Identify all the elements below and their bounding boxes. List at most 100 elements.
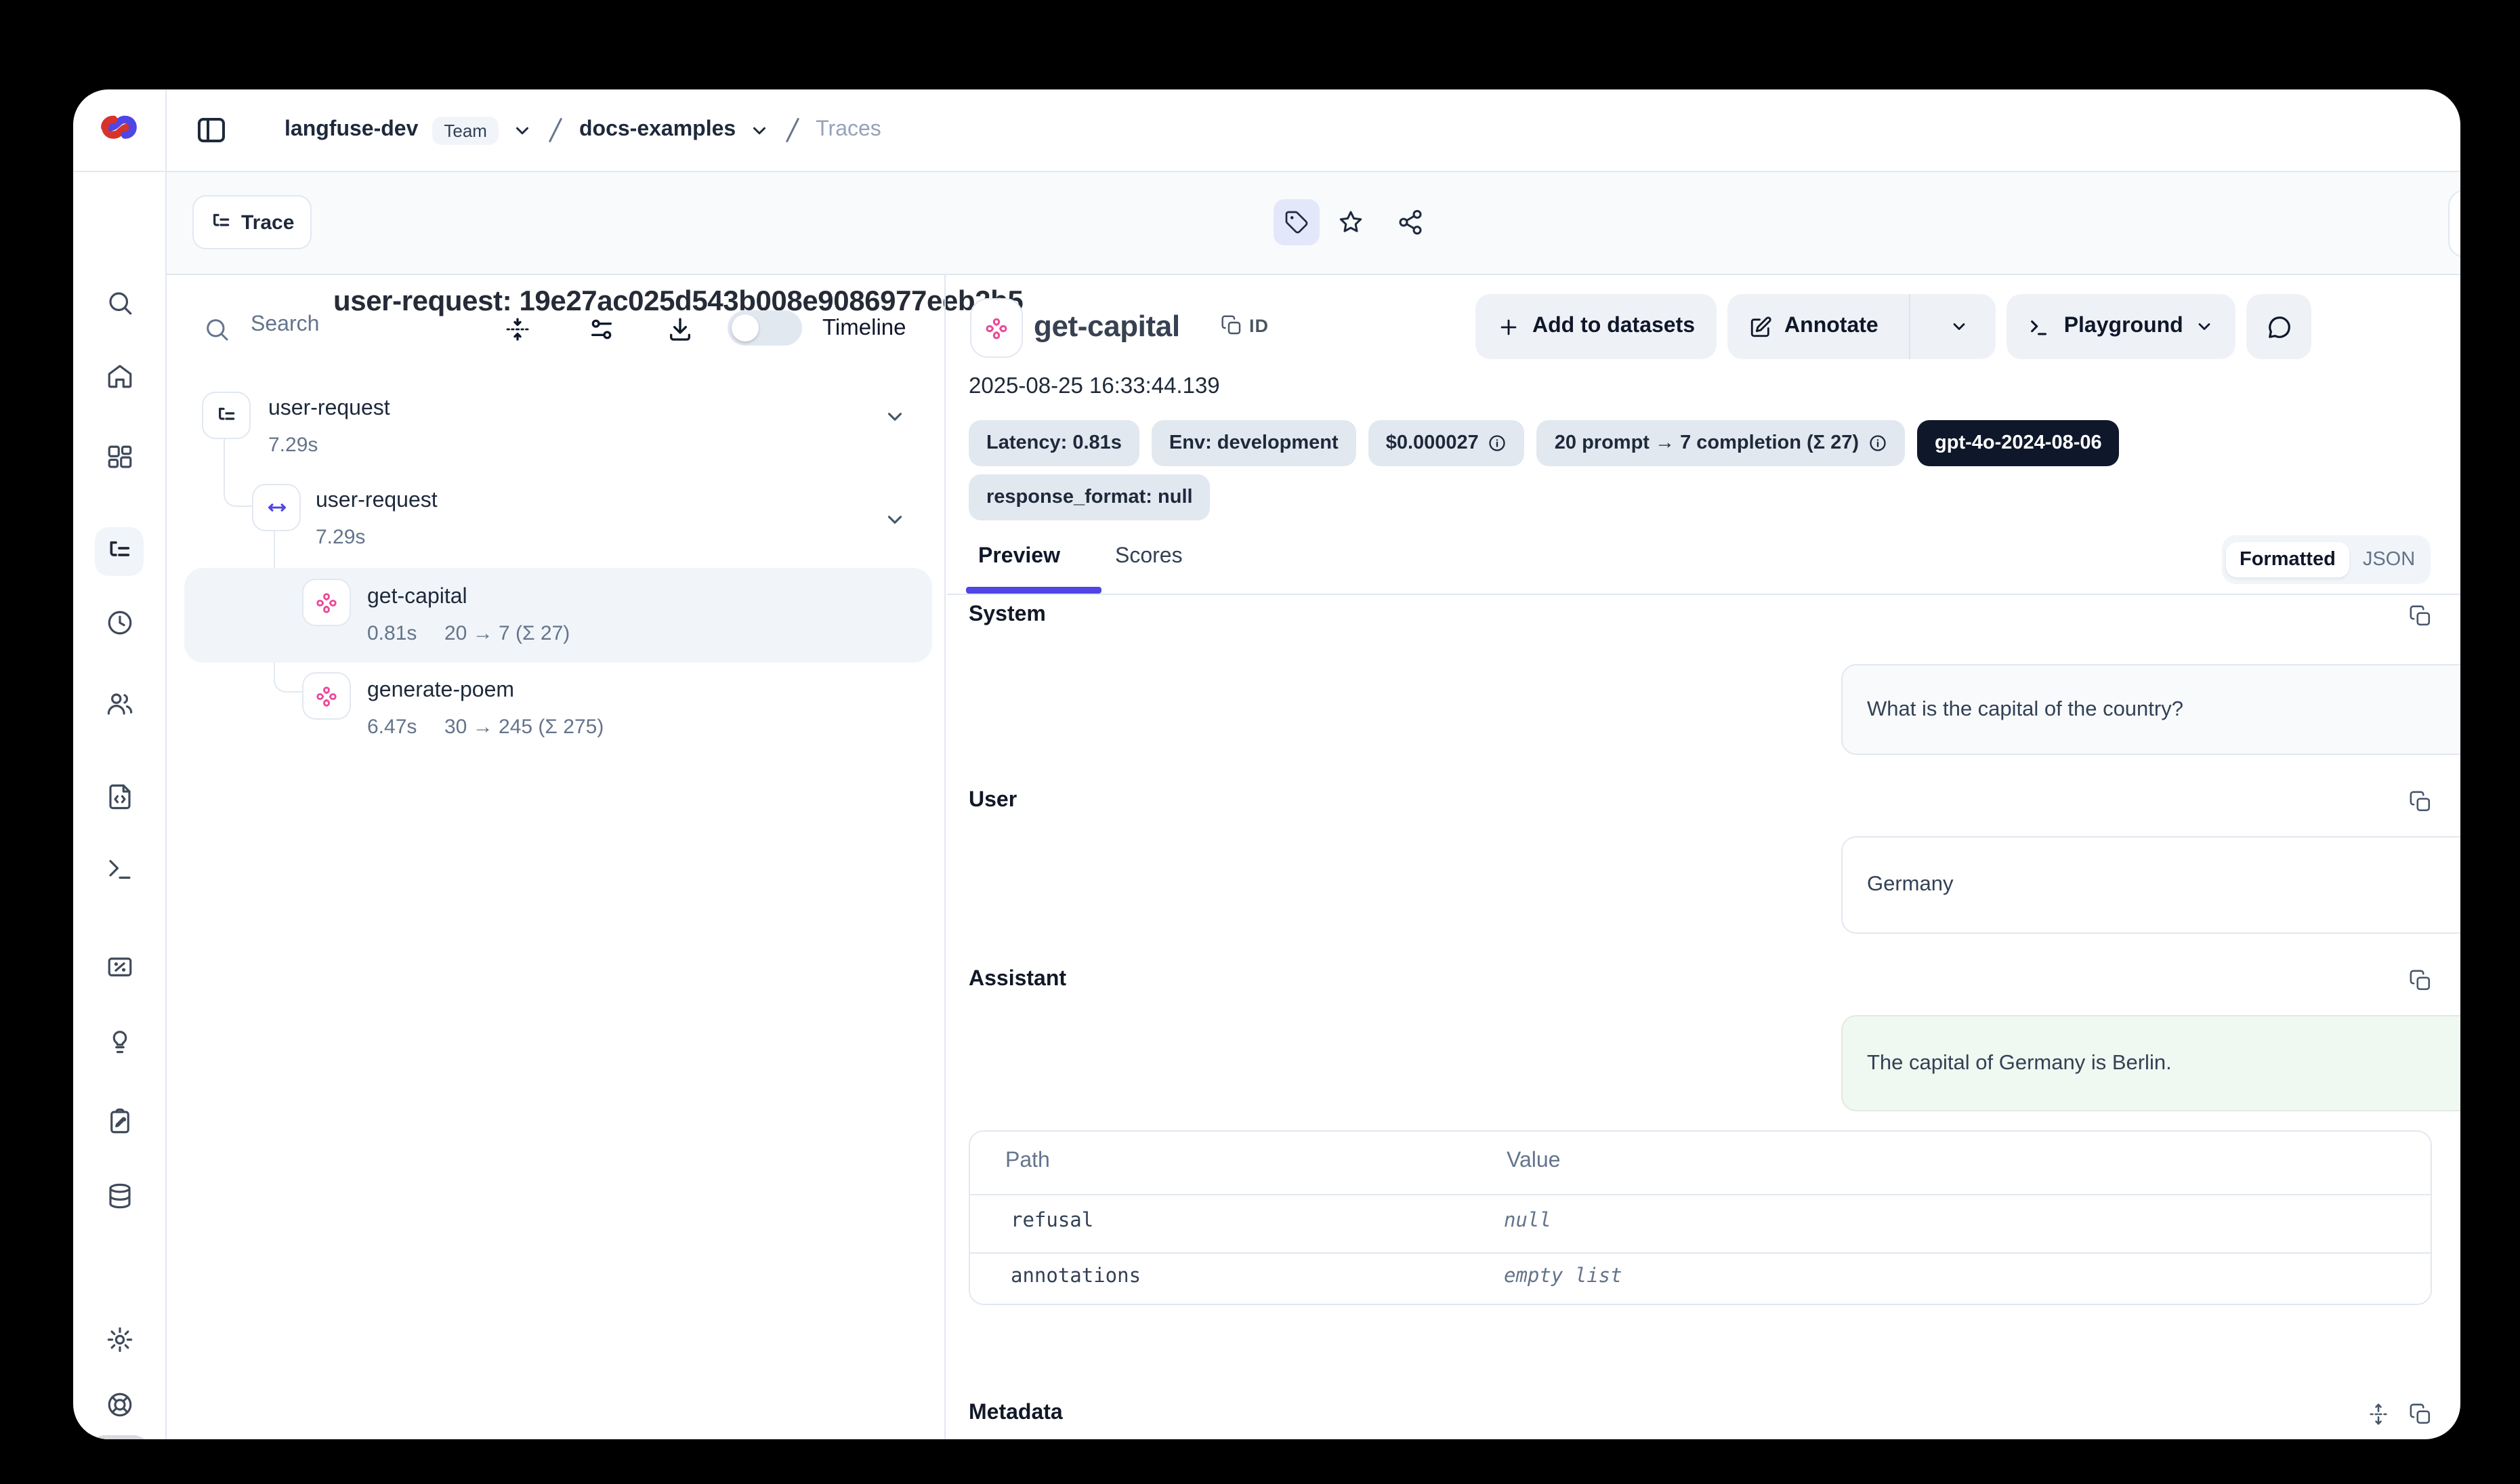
sidebar-item-annotation[interactable] <box>73 1107 165 1136</box>
timeline-toggle[interactable] <box>728 310 802 346</box>
user-message: Germany <box>1841 836 2460 934</box>
trace-header-bar: Trace user-request: 19e27ac025d543b008e9… <box>167 172 2460 275</box>
users-icon <box>105 690 133 718</box>
home-icon <box>105 362 133 390</box>
filter-sliders-icon[interactable] <box>588 316 615 350</box>
model-badge[interactable]: gpt-4o-2024-08-06 <box>1917 420 2120 466</box>
badges-row-2: response_format: null <box>969 474 1211 520</box>
tree-row-label: generate-poem <box>367 679 514 703</box>
sidebar-item-sessions[interactable] <box>73 609 165 637</box>
table-row-annotations: annotations empty list <box>970 1254 2431 1305</box>
system-message: What is the capital of the country? <box>1841 664 2460 755</box>
sidebar-item-settings[interactable] <box>73 1325 165 1354</box>
sidebar-item-users[interactable] <box>73 690 165 718</box>
pen-square-icon <box>1749 315 1772 338</box>
dashboard-grid-icon <box>105 443 133 472</box>
table-header-value: Value <box>1507 1149 1560 1174</box>
tree-row-tokens: 20 → 7 (Σ 27) <box>444 622 570 645</box>
table-cell-value: null <box>1504 1210 1551 1232</box>
sidebar-item-tracing[interactable] <box>95 527 144 576</box>
copy-icon[interactable] <box>2409 968 2432 991</box>
playground-label: Playground <box>2064 314 2183 339</box>
screenshot-stage: langfuse-dev Team docs-examples Traces T… <box>0 0 2520 1484</box>
sidebar-item-support[interactable] <box>73 1390 165 1419</box>
chevron-down-icon[interactable] <box>749 120 770 140</box>
user-avatar[interactable] <box>87 1435 152 1439</box>
copy-icon[interactable] <box>2409 604 2432 627</box>
langfuse-logo-icon[interactable] <box>95 107 144 160</box>
breadcrumb-separator <box>547 115 566 145</box>
comment-button[interactable] <box>2247 294 2312 359</box>
tree-row-generation-generate-poem[interactable]: generate-poem 6.47s 30 → 245 (Σ 275) <box>302 672 952 759</box>
project-type-badge: Team <box>432 116 499 144</box>
span-node-icon <box>252 484 301 531</box>
metadata-label: Metadata <box>969 1401 1063 1426</box>
tree-row-span[interactable]: user-request 7.29s <box>252 484 957 571</box>
chevron-down-icon[interactable] <box>513 120 533 140</box>
system-section-header: System <box>969 603 2432 627</box>
copy-icon[interactable] <box>2409 1402 2432 1425</box>
sidebar-item-dashboards[interactable] <box>73 443 165 472</box>
breadcrumb-env[interactable]: docs-examples <box>579 118 736 142</box>
chevron-down-icon[interactable] <box>883 508 906 531</box>
tab-scores[interactable]: Scores <box>1115 545 1183 569</box>
plus-icon <box>1497 315 1520 338</box>
download-icon[interactable] <box>667 316 694 350</box>
fold-vertical-icon[interactable] <box>504 316 531 350</box>
badges-row-1: Latency: 0.81s Env: development $0.00002… <box>969 420 2120 466</box>
assistant-section-header: Assistant <box>969 968 2432 992</box>
add-to-datasets-button[interactable]: Add to datasets <box>1475 294 1717 359</box>
sidebar-item-scores[interactable] <box>73 953 165 981</box>
user-message-text: Germany <box>1867 873 1954 897</box>
sidebar-item-home[interactable] <box>73 362 165 390</box>
table-cell-value: empty list <box>1504 1266 1622 1287</box>
chevron-down-icon[interactable] <box>883 405 906 428</box>
tree-row-duration: 7.29s <box>316 526 365 549</box>
latency-badge: Latency: 0.81s <box>969 420 1139 466</box>
table-cell-path: annotations <box>1011 1266 1141 1287</box>
annotate-dropdown-button[interactable] <box>1923 294 1996 359</box>
unfold-vertical-icon[interactable] <box>2367 1402 2390 1425</box>
format-toggle-json[interactable]: JSON <box>2349 542 2429 577</box>
tree-row-tokens: 30 → 245 (Σ 275) <box>444 716 604 739</box>
sidebar-item-prompts[interactable] <box>73 782 165 810</box>
breadcrumb: langfuse-dev Team docs-examples Traces <box>285 89 881 171</box>
system-message-text: What is the capital of the country? <box>1867 697 2183 722</box>
tab-preview[interactable]: Preview <box>978 545 1060 569</box>
search-icon <box>105 289 133 317</box>
tree-row-generation-get-capital[interactable]: get-capital 0.81s 20 → 7 (Σ 27) <box>302 579 952 665</box>
trace-node-icon <box>202 392 251 439</box>
copy-id-button[interactable]: ID <box>1221 314 1269 336</box>
annotate-button[interactable]: Annotate <box>1727 294 1996 359</box>
share-icon[interactable] <box>1397 209 1424 236</box>
search-input[interactable] <box>248 312 457 339</box>
gear-icon <box>105 1325 133 1354</box>
star-icon[interactable] <box>1337 209 1364 236</box>
sidebar-item-insights[interactable] <box>73 1026 165 1054</box>
split-divider <box>1910 294 1911 359</box>
cost-badge[interactable]: $0.000027 <box>1368 420 1525 466</box>
active-tab-indicator <box>966 587 1101 594</box>
playground-button[interactable]: Playground <box>2007 294 2236 359</box>
tokens-badge[interactable]: 20 prompt → 7 completion (Σ 27) <box>1537 420 1905 466</box>
tag-icon[interactable] <box>1274 199 1320 245</box>
breadcrumb-page[interactable]: Traces <box>816 118 881 142</box>
tree-row-duration: 7.29s <box>268 434 318 457</box>
toggle-knob <box>732 314 759 342</box>
sidebar-item-playground[interactable] <box>73 855 165 884</box>
sidebar-item-search[interactable] <box>73 289 165 317</box>
observation-timestamp: 2025-08-25 16:33:44.139 <box>969 374 1220 400</box>
tree-row-trace[interactable]: user-request 7.29s <box>202 392 961 478</box>
format-toggle-formatted[interactable]: Formatted <box>2226 542 2349 577</box>
env-badge: Env: development <box>1152 420 1356 466</box>
table-row-refusal: refusal null <box>970 1195 2431 1252</box>
breadcrumb-project[interactable]: langfuse-dev <box>285 118 418 142</box>
sidebar-item-datasets[interactable] <box>73 1182 165 1210</box>
tracing-tree-icon <box>106 538 133 565</box>
tree-row-duration: 0.81s <box>367 622 417 645</box>
sidebar-toggle-icon[interactable] <box>195 114 228 146</box>
delete-trace-button[interactable] <box>2448 190 2460 257</box>
detail-actions: Add to datasets Annotate Playground <box>1475 294 2312 359</box>
copy-icon[interactable] <box>2409 789 2432 812</box>
nav-sidebar <box>73 172 165 1439</box>
